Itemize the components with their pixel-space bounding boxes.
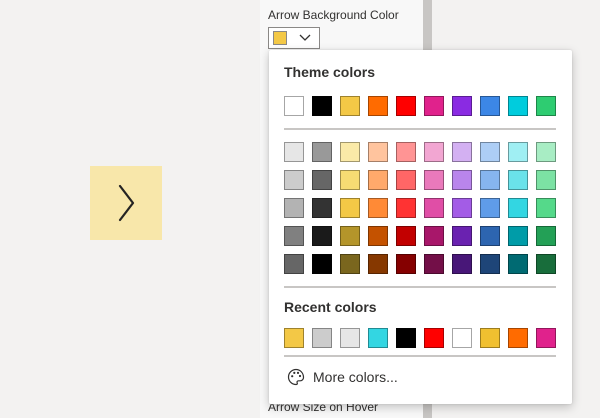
color-swatch[interactable] (452, 198, 472, 218)
color-swatch[interactable] (340, 226, 360, 246)
color-swatch[interactable] (340, 170, 360, 190)
color-swatch[interactable] (396, 226, 416, 246)
color-swatch[interactable] (536, 328, 556, 348)
color-swatch[interactable] (508, 142, 528, 162)
color-picker-flyout: Theme colors Recent colors More colors..… (269, 50, 572, 404)
color-swatch[interactable] (368, 198, 388, 218)
color-swatch[interactable] (396, 254, 416, 274)
color-swatch[interactable] (312, 142, 332, 162)
more-colors-label: More colors... (313, 369, 398, 385)
color-swatch[interactable] (508, 198, 528, 218)
color-swatch[interactable] (452, 142, 472, 162)
color-swatch[interactable] (340, 198, 360, 218)
divider (284, 286, 556, 288)
color-swatch[interactable] (536, 226, 556, 246)
color-swatch[interactable] (536, 142, 556, 162)
more-colors-button[interactable]: More colors... (287, 368, 398, 386)
color-swatch[interactable] (424, 96, 444, 116)
color-swatch[interactable] (368, 254, 388, 274)
color-swatch[interactable] (368, 142, 388, 162)
color-swatch[interactable] (284, 142, 304, 162)
color-swatch[interactable] (284, 328, 304, 348)
selected-color-swatch (273, 31, 287, 45)
color-swatch[interactable] (508, 170, 528, 190)
divider (284, 355, 556, 357)
arrow-button[interactable] (90, 166, 162, 240)
color-swatch[interactable] (312, 96, 332, 116)
color-swatch[interactable] (536, 198, 556, 218)
theme-colors-title: Theme colors (284, 64, 376, 80)
color-swatch[interactable] (536, 96, 556, 116)
color-swatch[interactable] (312, 226, 332, 246)
color-swatch[interactable] (424, 170, 444, 190)
color-swatch[interactable] (480, 328, 500, 348)
chevron-right-icon (118, 184, 135, 222)
color-swatch[interactable] (480, 226, 500, 246)
color-swatch[interactable] (312, 254, 332, 274)
palette-icon (287, 368, 305, 386)
color-swatch[interactable] (368, 328, 388, 348)
color-swatch[interactable] (452, 254, 472, 274)
color-swatch[interactable] (508, 96, 528, 116)
color-swatch[interactable] (536, 170, 556, 190)
color-swatch[interactable] (284, 170, 304, 190)
color-swatch[interactable] (284, 254, 304, 274)
shade-row (284, 254, 556, 274)
color-swatch[interactable] (480, 96, 500, 116)
color-swatch[interactable] (424, 142, 444, 162)
shade-row (284, 170, 556, 190)
color-swatch[interactable] (396, 328, 416, 348)
chevron-down-icon (299, 34, 311, 41)
color-swatch[interactable] (396, 170, 416, 190)
theme-colors-row (284, 96, 556, 116)
color-swatch[interactable] (284, 198, 304, 218)
color-swatch[interactable] (284, 226, 304, 246)
arrow-background-color-label: Arrow Background Color (268, 8, 399, 22)
color-swatch[interactable] (396, 198, 416, 218)
divider (284, 128, 556, 130)
color-swatch[interactable] (396, 96, 416, 116)
color-swatch[interactable] (480, 170, 500, 190)
color-swatch[interactable] (508, 254, 528, 274)
color-swatch[interactable] (536, 254, 556, 274)
color-swatch[interactable] (340, 96, 360, 116)
color-swatch[interactable] (480, 198, 500, 218)
recent-colors-row (284, 328, 556, 348)
shade-row (284, 198, 556, 218)
color-swatch[interactable] (396, 142, 416, 162)
color-swatch[interactable] (368, 226, 388, 246)
color-swatch[interactable] (452, 226, 472, 246)
arrow-background-color-picker[interactable] (268, 27, 320, 49)
color-swatch[interactable] (312, 328, 332, 348)
color-swatch[interactable] (284, 96, 304, 116)
color-swatch[interactable] (312, 198, 332, 218)
shade-row (284, 142, 556, 162)
color-swatch[interactable] (452, 328, 472, 348)
color-swatch[interactable] (340, 142, 360, 162)
color-swatch[interactable] (424, 254, 444, 274)
shade-row (284, 226, 556, 246)
color-swatch[interactable] (508, 226, 528, 246)
color-swatch[interactable] (480, 254, 500, 274)
color-swatch[interactable] (424, 328, 444, 348)
color-swatch[interactable] (340, 328, 360, 348)
color-swatch[interactable] (368, 170, 388, 190)
color-swatch[interactable] (424, 198, 444, 218)
recent-colors-title: Recent colors (284, 299, 377, 315)
color-swatch[interactable] (368, 96, 388, 116)
color-swatch[interactable] (480, 142, 500, 162)
color-swatch[interactable] (424, 226, 444, 246)
color-swatch[interactable] (508, 328, 528, 348)
color-swatch[interactable] (340, 254, 360, 274)
report-canvas (0, 0, 260, 418)
color-swatch[interactable] (312, 170, 332, 190)
color-swatch[interactable] (452, 96, 472, 116)
color-swatch[interactable] (452, 170, 472, 190)
